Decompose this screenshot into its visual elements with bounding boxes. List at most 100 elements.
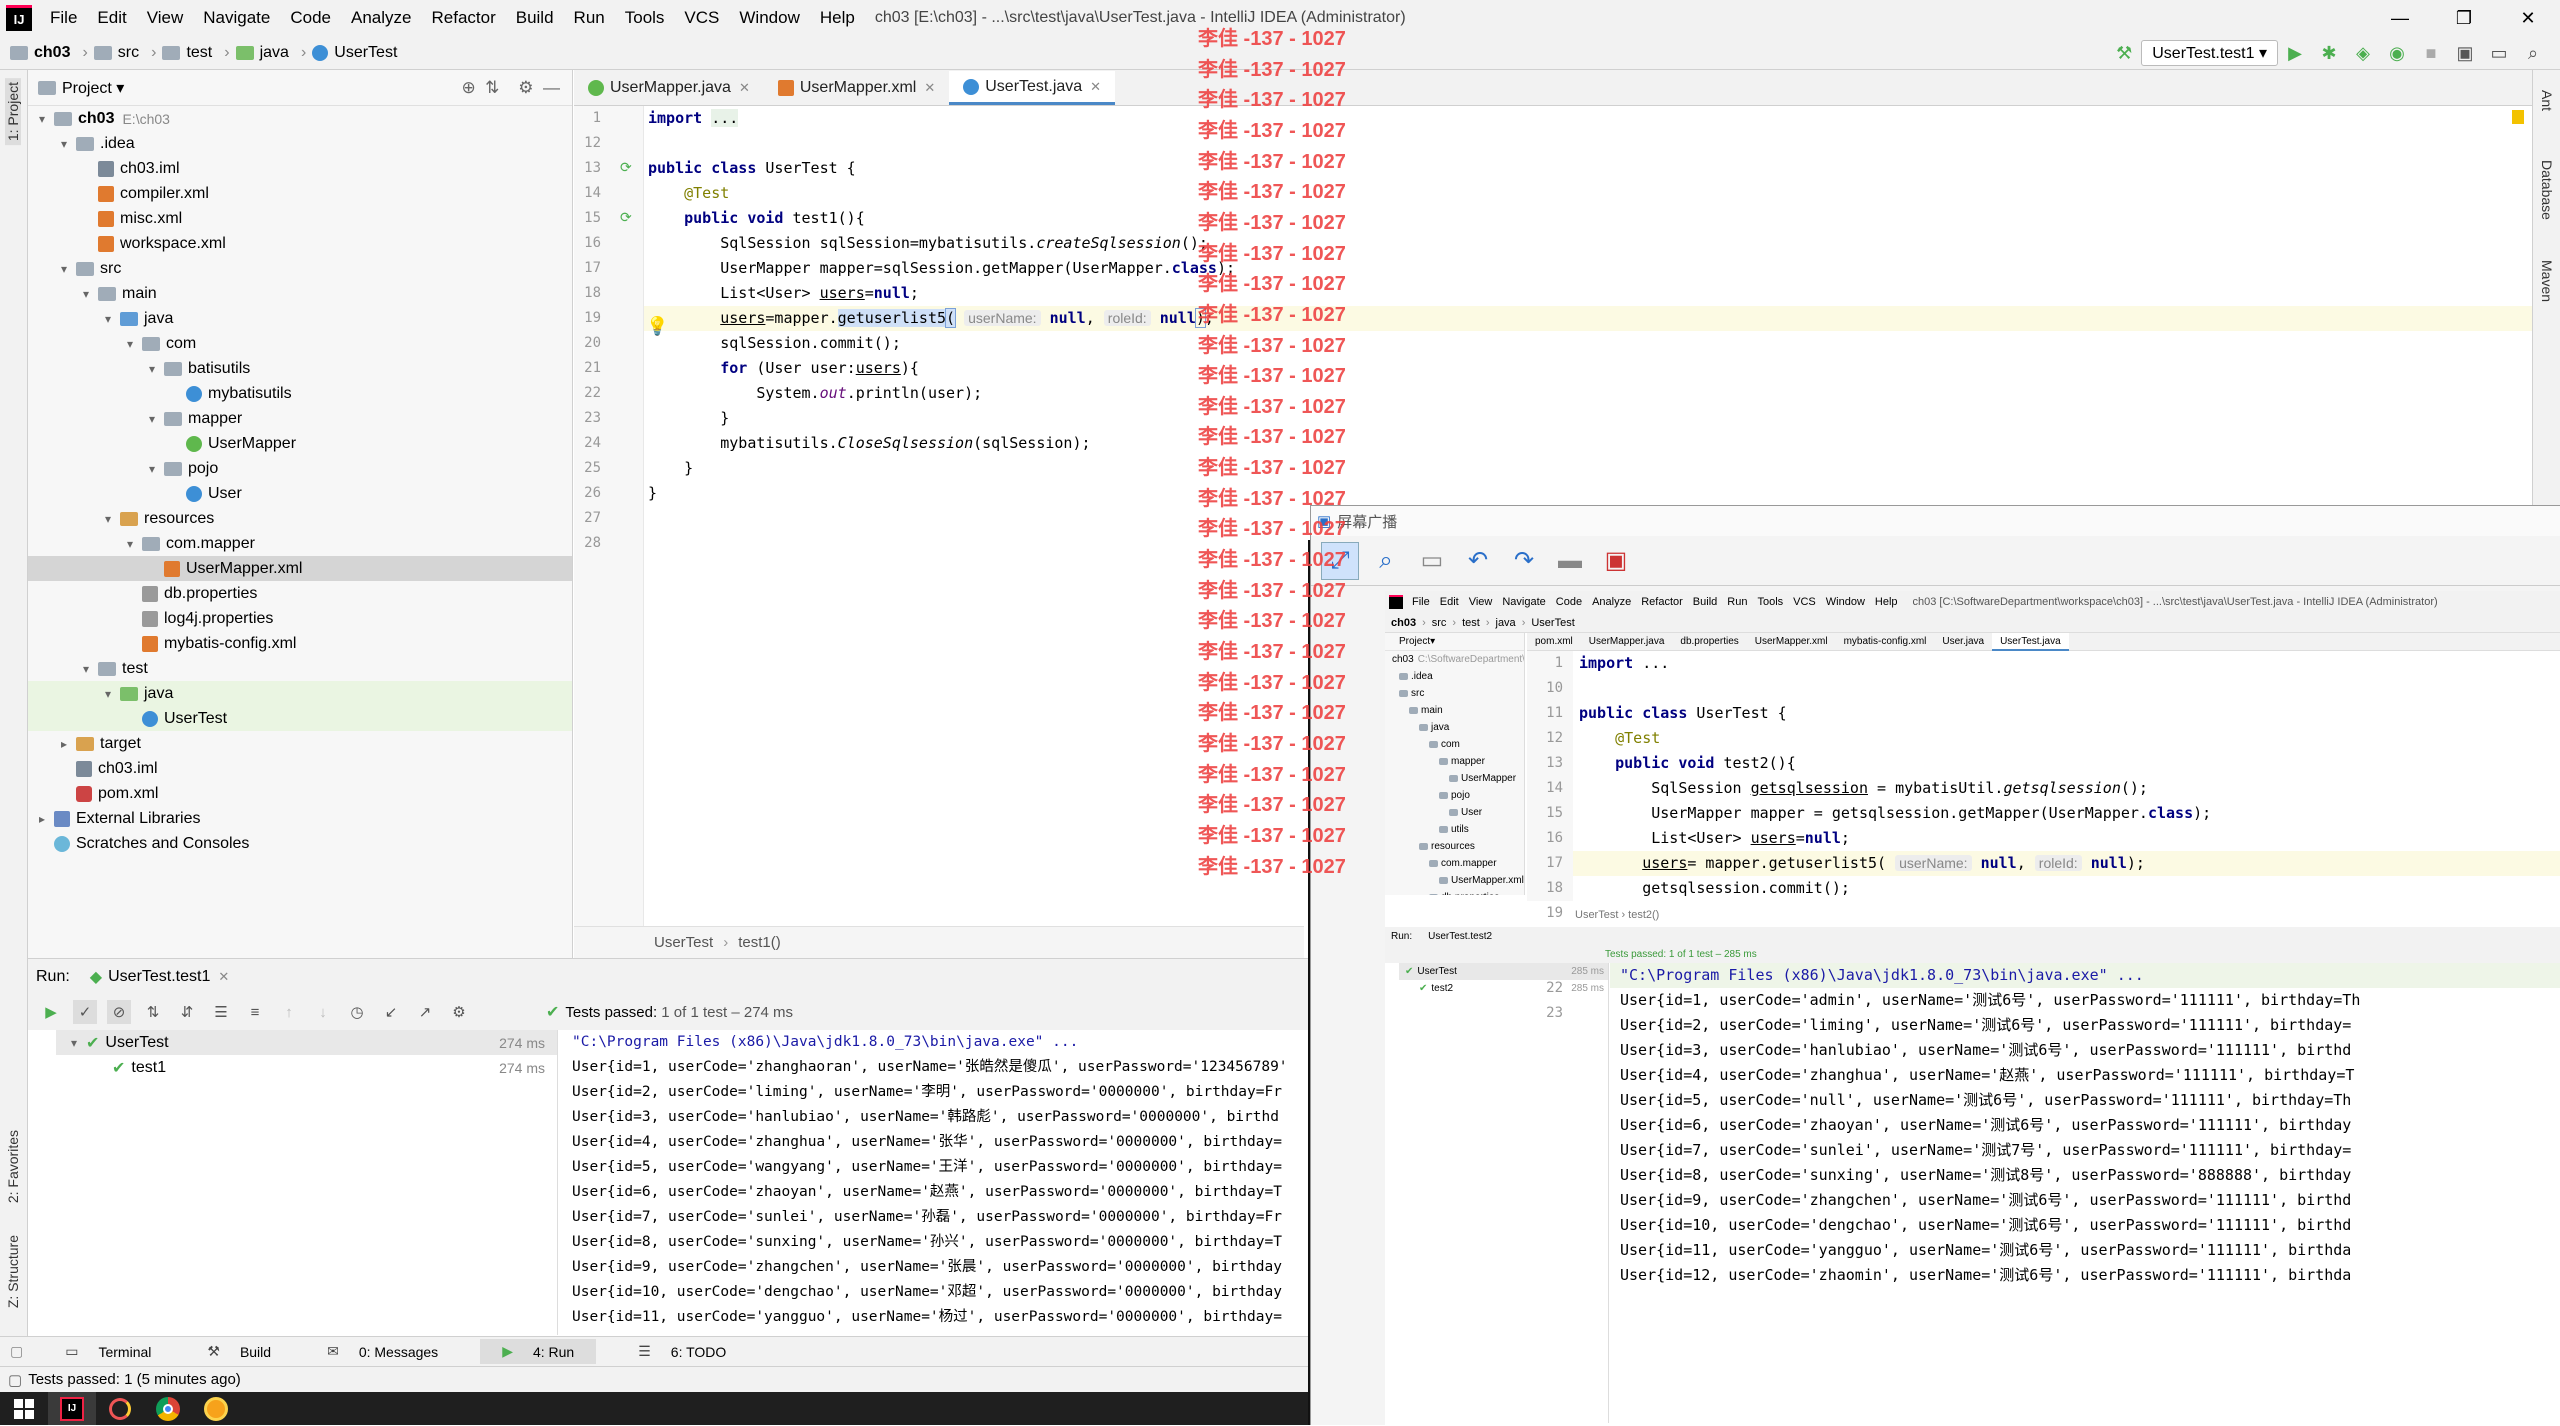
next-failed-icon[interactable]: ↓ <box>311 1000 335 1024</box>
redo-icon[interactable]: ↷ <box>1505 542 1543 580</box>
inspection-warning-icon[interactable] <box>2512 110 2524 124</box>
expand-arrow-icon[interactable]: ▾ <box>66 1036 82 1050</box>
expand-arrow-icon[interactable]: ▸ <box>34 812 50 826</box>
expand-arrow-icon[interactable]: ▾ <box>56 137 72 151</box>
close-tab-icon[interactable]: ✕ <box>218 969 229 985</box>
project-tree-item[interactable]: log4j.properties <box>28 606 572 631</box>
toggle-tool-icon[interactable]: ▢ <box>10 1343 23 1360</box>
project-tree-item[interactable]: ▾ batisutils <box>28 356 572 381</box>
project-tree-item[interactable]: ▾ main <box>28 281 572 306</box>
windows-start-icon[interactable] <box>0 1392 48 1425</box>
rerun-icon[interactable]: ▶ <box>39 1000 63 1024</box>
project-tree-item[interactable]: ▸ target <box>28 731 572 756</box>
breadcrumb-item[interactable]: UserTest <box>312 44 397 62</box>
project-tree-item[interactable]: pom.xml <box>28 781 572 806</box>
stop-icon[interactable]: ■ <box>2420 42 2442 64</box>
zoom-icon[interactable]: ⌕ <box>1367 542 1405 580</box>
breadcrumb-method[interactable]: test1() <box>738 934 781 951</box>
expand-arrow-icon[interactable]: ▾ <box>34 112 50 126</box>
editor-tab[interactable]: UserTest.java ✕ <box>949 71 1116 105</box>
project-tree-item[interactable]: ▾ ch03 E:\ch03 <box>28 106 572 131</box>
run-test-gutter-icon[interactable]: ⟳ <box>620 159 632 176</box>
undo-icon[interactable]: ↶ <box>1459 542 1497 580</box>
close-button[interactable]: ✕ <box>2496 0 2560 36</box>
expand-arrow-icon[interactable]: ▸ <box>56 737 72 751</box>
menu-refactor[interactable]: Refactor <box>421 8 505 28</box>
expand-arrow-icon[interactable]: ▾ <box>122 537 138 551</box>
project-tree-item[interactable]: ▸ External Libraries <box>28 806 572 831</box>
coverage-icon[interactable]: ◈ <box>2352 42 2374 64</box>
sort-duration-icon[interactable]: ⇵ <box>175 1000 199 1024</box>
sort-alpha-icon[interactable]: ⇅ <box>141 1000 165 1024</box>
breadcrumb-class[interactable]: UserTest <box>654 934 713 951</box>
structure-tool-tab[interactable]: Z: Structure <box>5 1235 21 1308</box>
project-tree-item[interactable]: Scratches and Consoles <box>28 831 572 856</box>
project-tree-item[interactable]: ▾ resources <box>28 506 572 531</box>
favorites-tool-tab[interactable]: 2: Favorites <box>5 1130 21 1203</box>
messages-tab[interactable]: ✉ 0: Messages <box>313 1343 452 1360</box>
project-tree-item[interactable]: ▾ pojo <box>28 456 572 481</box>
profile-icon[interactable]: ◉ <box>2386 42 2408 64</box>
expand-arrow-icon[interactable]: ▾ <box>78 287 94 301</box>
project-tree-item[interactable]: db.properties <box>28 581 572 606</box>
project-tree-item[interactable]: ▾ src <box>28 256 572 281</box>
expand-arrow-icon[interactable]: ▾ <box>100 687 116 701</box>
run-test-gutter-icon[interactable]: ⟳ <box>620 209 632 226</box>
menu-build[interactable]: Build <box>506 8 564 28</box>
project-tree-item[interactable]: mybatisutils <box>28 381 572 406</box>
project-tool-tab[interactable]: 1: Project <box>5 78 21 146</box>
ant-tool-tab[interactable]: Ant <box>2539 90 2555 111</box>
history-icon[interactable]: ◷ <box>345 1000 369 1024</box>
project-tree-item[interactable]: ch03.iml <box>28 156 572 181</box>
menu-help[interactable]: Help <box>810 8 865 28</box>
breadcrumb-item[interactable]: java <box>235 44 289 62</box>
minimize-button[interactable]: — <box>2368 0 2432 36</box>
editor-tab[interactable]: UserMapper.xml ✕ <box>764 71 949 105</box>
presentation-icon[interactable]: ▭ <box>2488 42 2510 64</box>
menu-vcs[interactable]: VCS <box>674 8 729 28</box>
build-tab[interactable]: ⚒ Build <box>193 1343 285 1360</box>
project-tree-item[interactable]: User <box>28 481 572 506</box>
settings-icon[interactable]: ⚙ <box>447 1000 471 1024</box>
build-hammer-icon[interactable]: ⚒ <box>2113 42 2135 64</box>
project-tree-item[interactable]: ▾ test <box>28 656 572 681</box>
project-tree-item[interactable]: ch03.iml <box>28 756 572 781</box>
menu-window[interactable]: Window <box>729 8 809 28</box>
search-everywhere-icon[interactable]: ⌕ <box>2522 42 2544 64</box>
maven-tool-tab[interactable]: Maven <box>2539 260 2555 302</box>
close-tab-icon[interactable]: ✕ <box>1090 79 1101 95</box>
expand-arrow-icon[interactable]: ▾ <box>144 362 160 376</box>
editor-tab[interactable]: UserMapper.java ✕ <box>574 71 764 105</box>
prev-failed-icon[interactable]: ↑ <box>277 1000 301 1024</box>
expand-arrow-icon[interactable]: ▾ <box>144 412 160 426</box>
project-view-selector[interactable]: Project ▾ <box>62 78 124 98</box>
project-tree-item[interactable]: ▾ mapper <box>28 406 572 431</box>
expand-arrow-icon[interactable]: ▾ <box>122 337 138 351</box>
chrome-taskbar-icon[interactable] <box>144 1392 192 1425</box>
breadcrumb-item[interactable]: test <box>162 44 212 62</box>
menu-edit[interactable]: Edit <box>87 8 136 28</box>
project-panel-actions[interactable]: ⊕ ⇅ ⚙ — <box>461 78 560 98</box>
menu-analyze[interactable]: Analyze <box>341 8 421 28</box>
test-tree-item[interactable]: ✔ test1 274 ms <box>56 1055 557 1080</box>
show-ignored-icon[interactable]: ⊘ <box>107 1000 131 1024</box>
todo-tab[interactable]: ☰ 6: TODO <box>624 1343 740 1360</box>
menu-tools[interactable]: Tools <box>615 8 675 28</box>
project-tree-item[interactable]: ▾ .idea <box>28 131 572 156</box>
browser-taskbar-icon[interactable] <box>192 1392 240 1425</box>
window-icon[interactable]: ▭ <box>1413 542 1451 580</box>
project-tree-item[interactable]: misc.xml <box>28 206 572 231</box>
project-tree-item[interactable]: ▾ java <box>28 681 572 706</box>
project-tree-item[interactable]: compiler.xml <box>28 181 572 206</box>
project-tree-item[interactable]: UserMapper <box>28 431 572 456</box>
menu-navigate[interactable]: Navigate <box>193 8 280 28</box>
intellij-taskbar-icon[interactable]: IJ <box>48 1392 96 1425</box>
expand-arrow-icon[interactable]: ▾ <box>100 512 116 526</box>
collapse-all-icon[interactable]: ≡ <box>243 1000 267 1024</box>
menu-file[interactable]: File <box>40 8 87 28</box>
breadcrumb-item[interactable]: ch03 <box>10 44 70 62</box>
project-tree-item[interactable]: UserMapper.xml <box>28 556 572 581</box>
database-tool-tab[interactable]: Database <box>2539 160 2555 220</box>
menu-view[interactable]: View <box>137 8 194 28</box>
menu-run[interactable]: Run <box>564 8 615 28</box>
